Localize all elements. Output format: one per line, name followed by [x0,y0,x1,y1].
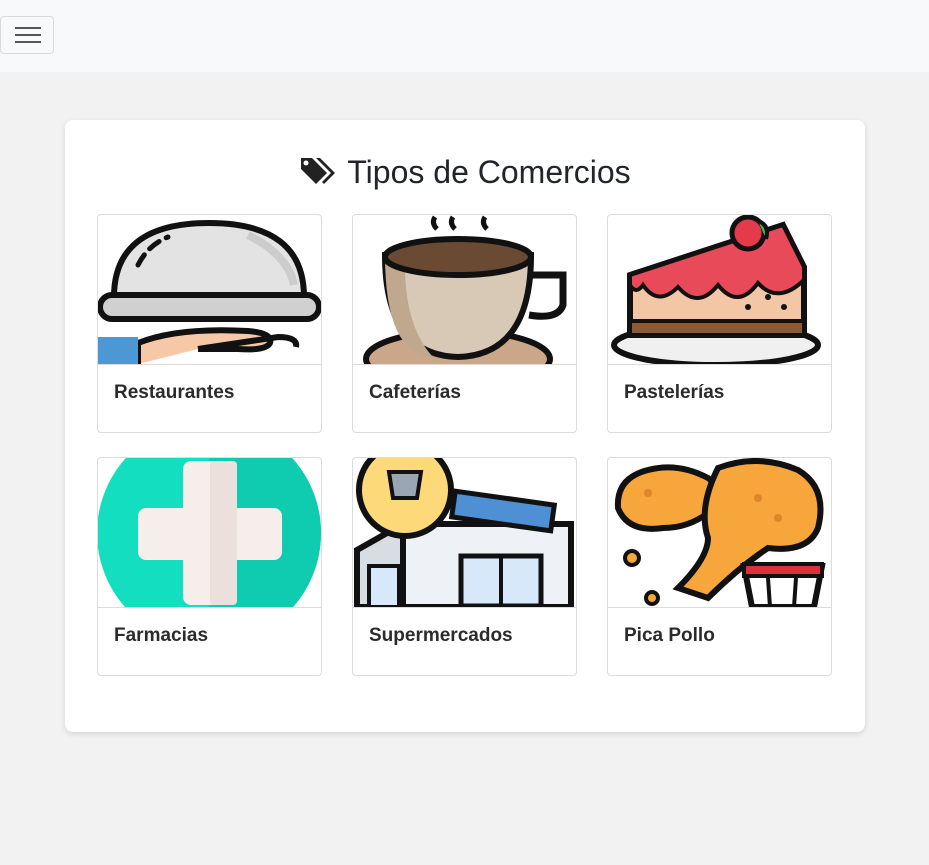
category-label: Pastelerías [624,382,725,403]
category-image [608,215,831,365]
category-image [608,458,831,608]
cake-slice-icon [611,215,821,364]
category-image [98,458,321,608]
category-label: Restaurantes [114,382,235,403]
category-label: Pica Pollo [624,625,715,646]
category-label: Farmacias [114,625,209,646]
serving-cloche-icon [98,219,321,364]
category-image [353,215,576,365]
fried-chicken-icon [614,458,826,607]
coffee-cup-icon [363,215,567,364]
category-label: Supermercados [369,625,513,646]
category-card-pastelerias[interactable]: Pastelerías [607,214,832,433]
hamburger-menu-icon [15,27,41,43]
navbar-toggler-button[interactable] [0,16,54,54]
category-card-farmacias[interactable]: Farmacias [97,457,322,676]
category-image [353,458,576,608]
category-card-restaurantes[interactable]: Restaurantes [97,214,322,433]
category-card-supermercados[interactable]: Supermercados [352,457,577,676]
category-label: Cafeterías [369,382,461,403]
page-title: Tipos de Comercios [347,153,631,190]
category-card-cafeterias[interactable]: Cafeterías [352,214,577,433]
category-image [98,215,321,365]
categories-panel: Tipos de Comercios Restaurantes Cafeterí… [65,120,865,732]
page-heading: Tipos de Comercios [65,150,865,194]
navbar [0,0,929,72]
tags-icon [301,158,336,184]
category-card-pica-pollo[interactable]: Pica Pollo [607,457,832,676]
medical-cross-icon [98,458,321,607]
supermarket-icon [354,458,574,607]
